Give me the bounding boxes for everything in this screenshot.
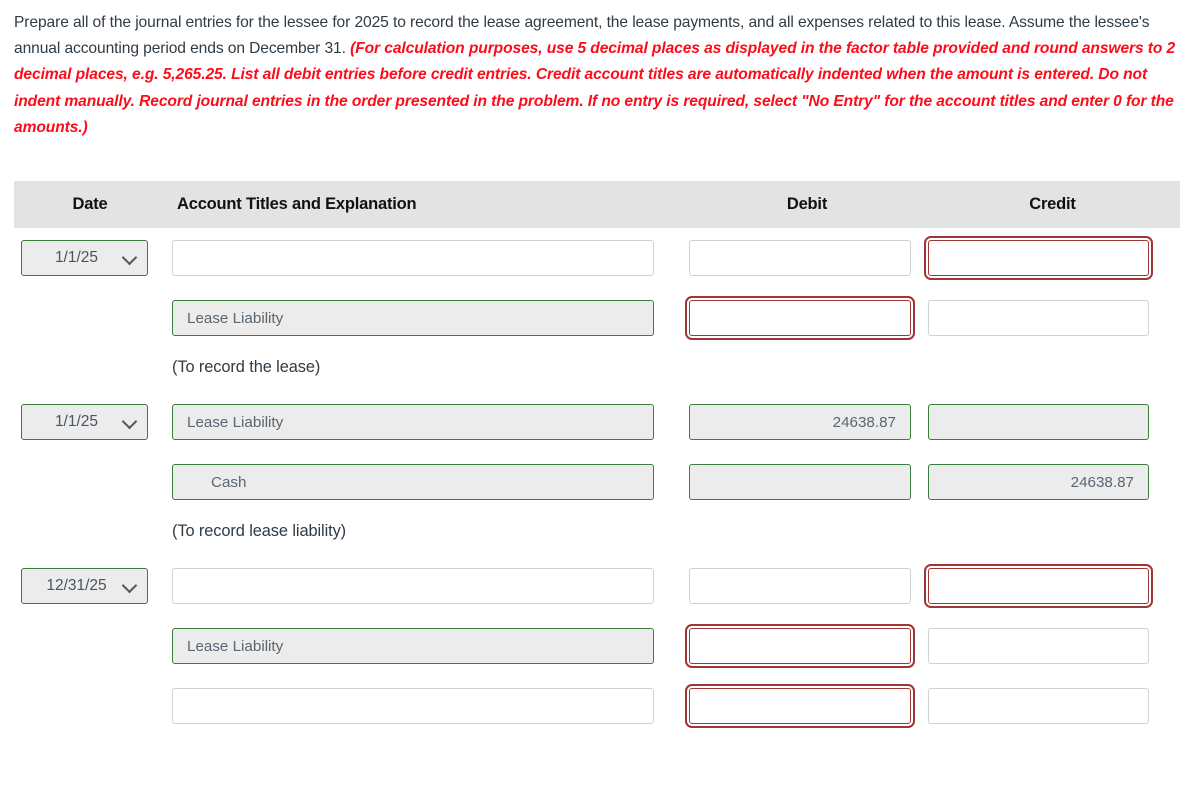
- account-title-input[interactable]: Lease Liability: [172, 628, 654, 664]
- debit-cell: 24638.87: [689, 392, 925, 440]
- debit-cell: [689, 228, 925, 276]
- credit-amount-input[interactable]: [924, 236, 1153, 280]
- explanation-row: (To record the lease): [14, 348, 1180, 392]
- debit-amount-input[interactable]: [689, 464, 911, 500]
- credit-amount-input[interactable]: [928, 688, 1149, 724]
- credit-amount-input[interactable]: [928, 628, 1149, 664]
- date-select[interactable]: 1/1/25: [21, 240, 148, 276]
- chevron-down-icon: [121, 577, 138, 594]
- credit-cell: [925, 616, 1180, 664]
- table-body: 1/1/25 Lease Liability (To record the leas…: [14, 228, 1180, 736]
- debit-amount-input[interactable]: [689, 240, 911, 276]
- date-select-value: 1/1/25: [54, 413, 99, 430]
- column-header-date: Date: [72, 195, 108, 213]
- debit-cell: [685, 288, 925, 340]
- column-header-account: Account Titles and Explanation: [177, 195, 417, 213]
- journal-entry-row: 1/1/25 Lease Liability 24638.87: [14, 392, 1180, 452]
- debit-cell: [685, 616, 925, 668]
- account-cell: [166, 228, 689, 276]
- explanation-cell: (To record lease liability): [166, 512, 689, 556]
- credit-amount-input[interactable]: [928, 404, 1149, 440]
- journal-entry-table: Date Account Titles and Explanation Debi…: [14, 181, 1180, 736]
- account-cell: Cash: [166, 452, 689, 500]
- explanation-credit-spacer: [925, 512, 1180, 556]
- debit-amount-input[interactable]: [685, 684, 915, 728]
- column-header-credit: Credit: [1029, 195, 1076, 213]
- column-header-debit: Debit: [786, 195, 828, 213]
- debit-cell: [685, 676, 925, 728]
- account-title-input[interactable]: [172, 240, 654, 276]
- credit-cell: [925, 392, 1180, 440]
- credit-cell: [924, 228, 1180, 280]
- credit-amount-input[interactable]: [928, 300, 1149, 336]
- date-cell: 12/31/25: [14, 556, 166, 604]
- credit-cell: [924, 556, 1180, 608]
- journal-entry-page: Prepare all of the journal entries for t…: [0, 0, 1189, 811]
- journal-entry-row: Lease Liability: [14, 288, 1180, 348]
- chevron-down-icon: [121, 249, 138, 266]
- account-title-input[interactable]: Cash: [172, 464, 654, 500]
- explanation-credit-spacer: [925, 348, 1180, 392]
- account-title-input[interactable]: [172, 568, 654, 604]
- explanation-cell: (To record the lease): [166, 348, 689, 392]
- account-cell: Lease Liability: [166, 616, 689, 664]
- explanation-label: (To record lease liability): [172, 522, 347, 540]
- explanation-debit-spacer: [689, 348, 925, 392]
- date-select-value: 12/31/25: [46, 577, 107, 594]
- explanation-label: (To record the lease): [172, 358, 321, 376]
- explanation-date-spacer: [14, 348, 166, 392]
- account-title-input[interactable]: Lease Liability: [172, 404, 654, 440]
- date-select-value: 1/1/25: [54, 249, 99, 266]
- table-header-row: Date Account Titles and Explanation Debi…: [14, 181, 1180, 228]
- journal-entry-row: Cash 24638.87: [14, 452, 1180, 512]
- account-cell: Lease Liability: [166, 288, 689, 336]
- date-cell: 1/1/25: [14, 228, 166, 276]
- instructions-text: Prepare all of the journal entries for t…: [14, 10, 1179, 141]
- debit-amount-input[interactable]: [685, 296, 915, 340]
- explanation-date-spacer: [14, 512, 166, 556]
- debit-amount-input[interactable]: [689, 568, 911, 604]
- credit-cell: 24638.87: [925, 452, 1180, 500]
- explanation-row: (To record lease liability): [14, 512, 1180, 556]
- debit-amount-input[interactable]: [685, 624, 915, 668]
- debit-cell: [689, 452, 925, 500]
- date-select[interactable]: 12/31/25: [21, 568, 148, 604]
- debit-amount-input[interactable]: 24638.87: [689, 404, 911, 440]
- credit-cell: [925, 288, 1180, 336]
- date-cell: 1/1/25: [14, 392, 166, 440]
- account-title-input[interactable]: Lease Liability: [172, 300, 654, 336]
- journal-entry-row: 12/31/25: [14, 556, 1180, 616]
- account-cell: [166, 556, 689, 604]
- credit-cell: [925, 676, 1180, 724]
- journal-entry-row: [14, 676, 1180, 736]
- chevron-down-icon: [121, 413, 138, 430]
- credit-amount-input[interactable]: 24638.87: [928, 464, 1149, 500]
- account-title-input[interactable]: [172, 688, 654, 724]
- journal-entry-row: Lease Liability: [14, 616, 1180, 676]
- debit-cell: [689, 556, 925, 604]
- date-select[interactable]: 1/1/25: [21, 404, 148, 440]
- journal-entry-row: 1/1/25: [14, 228, 1180, 288]
- account-cell: [166, 676, 689, 724]
- credit-amount-input[interactable]: [924, 564, 1153, 608]
- account-cell: Lease Liability: [166, 392, 689, 440]
- explanation-debit-spacer: [689, 512, 925, 556]
